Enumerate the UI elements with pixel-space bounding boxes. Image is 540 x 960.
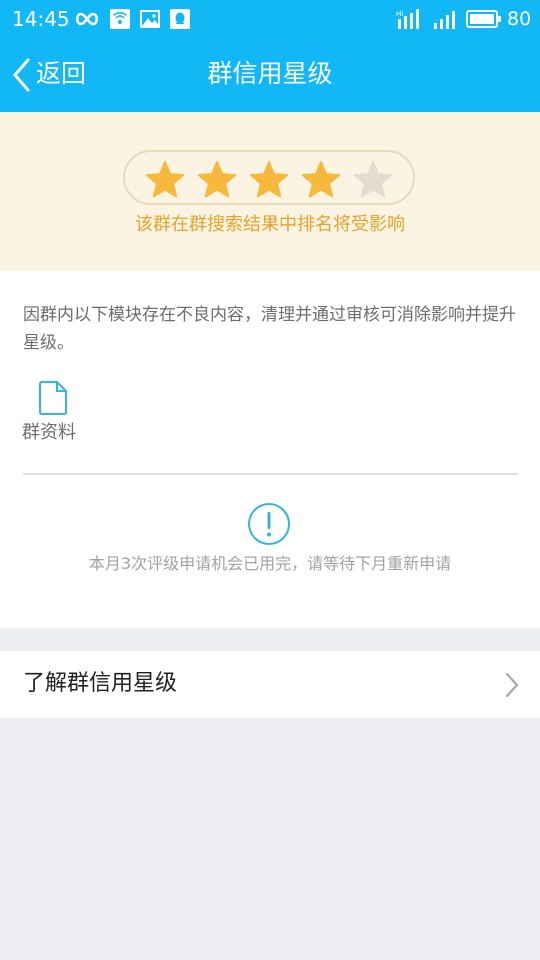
status-time: 14:45	[12, 7, 70, 31]
signal-icon	[434, 11, 455, 29]
appeal-limit-message: 本月3次评级申请机会已用完，请等待下月重新申请	[88, 554, 452, 573]
link-label: 了解群信用星级	[23, 671, 178, 696]
qq-icon	[170, 9, 190, 29]
module-description: 因群内以下模块存在不良内容，清理并通过审核可消除影响并提升星级。	[23, 305, 516, 353]
star-filled-icon	[145, 161, 185, 198]
star-empty-icon	[353, 161, 393, 198]
credit-rating-panel: 该群在群搜索结果中排名将受影响	[0, 112, 540, 271]
chevron-left-icon	[13, 58, 30, 92]
image-icon	[140, 10, 160, 28]
flagged-modules-card: 因群内以下模块存在不良内容，清理并通过审核可消除影响并提升星级。 群资料 本月3…	[0, 271, 540, 628]
rating-notice: 该群在群搜索结果中排名将受影响	[135, 214, 405, 235]
back-button[interactable]: 返回	[8, 38, 108, 112]
signal-4g-icon: Hi	[396, 9, 419, 29]
battery-icon	[466, 10, 501, 28]
back-label: 返回	[36, 59, 87, 88]
module-item-label: 群资料	[22, 422, 76, 443]
document-icon	[39, 381, 67, 415]
exclamation-icon	[248, 503, 290, 545]
status-bar: 14:45 Hi 80	[0, 0, 540, 38]
module-item-group-info[interactable]: 群资料	[22, 379, 92, 449]
learn-credit-rating-link[interactable]: 了解群信用星级	[0, 651, 540, 718]
svg-text:Hi: Hi	[396, 10, 403, 18]
nav-bar: 群信用星级 返回	[0, 38, 540, 112]
infinity-icon	[75, 12, 99, 26]
divider	[23, 473, 518, 475]
chevron-right-icon	[505, 672, 519, 698]
wifi-hotspot-icon	[110, 9, 130, 29]
star-filled-icon	[249, 161, 289, 198]
star-filled-icon	[301, 161, 341, 198]
battery-level: 80	[507, 8, 532, 30]
star-filled-icon	[197, 161, 237, 198]
star-rating	[123, 150, 415, 205]
